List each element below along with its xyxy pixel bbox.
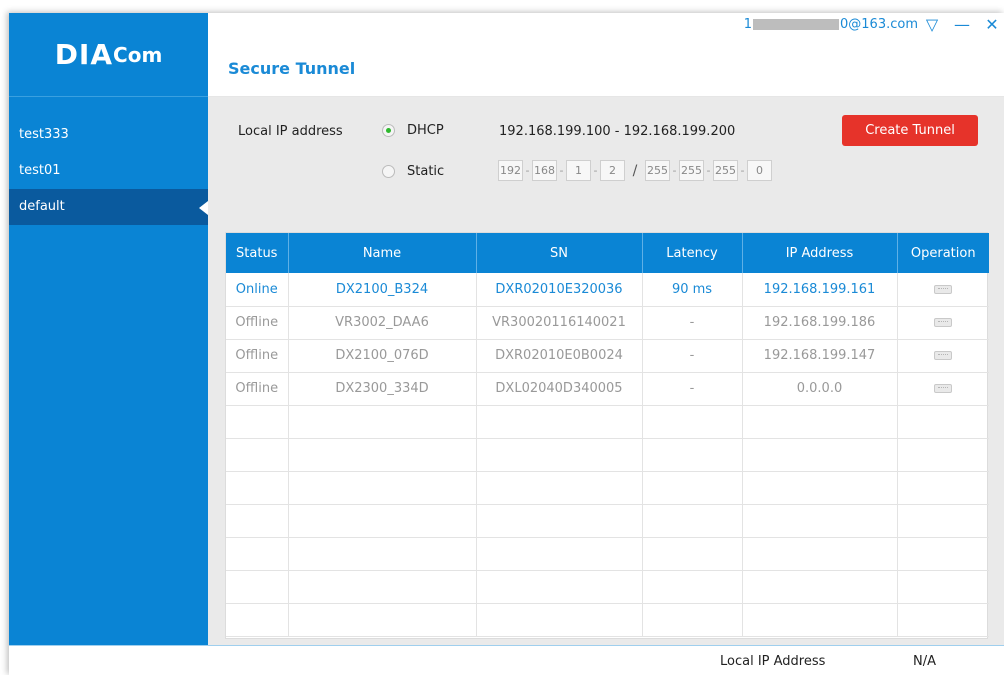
cell-status: Offline — [226, 339, 289, 373]
sidebar-item-label: test01 — [19, 163, 61, 178]
sidebar-item-test333[interactable]: test333 — [9, 117, 208, 153]
ip-separator: - — [559, 164, 564, 177]
radio-checked-icon — [382, 124, 395, 137]
mask-octet-1[interactable]: 255 — [645, 160, 670, 181]
static-ip-fields: 192 - 168 - 1 - 2 / 255 - 255 - 255 - 0 — [498, 160, 772, 181]
col-sn[interactable]: SN — [476, 233, 643, 273]
cell-ip: 192.168.199.186 — [742, 306, 898, 340]
table-row[interactable]: Online DX2100_B324 DXR02010E320036 90 ms… — [226, 273, 989, 307]
empty-row — [226, 537, 989, 571]
close-icon[interactable]: ✕ — [984, 15, 1000, 34]
app-logo: DIA Com — [9, 13, 208, 97]
empty-row — [226, 603, 989, 637]
ip-separator: - — [740, 164, 745, 177]
serial-port-icon[interactable] — [934, 384, 953, 393]
ip-octet-1[interactable]: 192 — [498, 160, 523, 181]
empty-row — [226, 438, 989, 472]
col-ip-address[interactable]: IP Address — [742, 233, 898, 273]
cell-name: DX2100_B324 — [288, 273, 477, 307]
footer-local-ip-value: N/A — [913, 654, 936, 669]
ip-octet-4[interactable]: 2 — [600, 160, 625, 181]
header: 1 0@163.com ▽ — ✕ Secure Tunnel — [208, 13, 1004, 97]
logo-main-text: DIA — [54, 38, 114, 71]
sidebar-item-label: test333 — [19, 127, 69, 142]
cell-sn: DXR02010E320036 — [476, 273, 643, 307]
col-operation[interactable]: Operation — [897, 233, 989, 273]
table-row[interactable]: Offline VR3002_DAA6 VR30020116140021 - 1… — [226, 306, 989, 340]
empty-row — [226, 405, 989, 439]
dhcp-label: DHCP — [407, 123, 444, 138]
serial-port-icon[interactable] — [934, 318, 953, 327]
col-latency[interactable]: Latency — [642, 233, 743, 273]
app-window: DIA Com test333 test01 default 1 0@163.c… — [9, 13, 1004, 675]
minimize-icon[interactable]: — — [954, 15, 970, 34]
empty-row — [226, 471, 989, 505]
account-suffix: 0@163.com — [840, 17, 918, 32]
ip-separator: - — [706, 164, 711, 177]
cell-sn: DXR02010E0B0024 — [476, 339, 643, 373]
serial-port-icon[interactable] — [934, 284, 953, 294]
static-radio[interactable]: Static — [382, 164, 444, 179]
ip-octet-2[interactable]: 168 — [532, 160, 557, 181]
mask-octet-4[interactable]: 0 — [747, 160, 772, 181]
col-name[interactable]: Name — [288, 233, 477, 273]
ip-separator: - — [525, 164, 530, 177]
dropdown-icon[interactable]: ▽ — [924, 15, 940, 34]
cell-operation — [897, 273, 989, 307]
cell-ip: 192.168.199.147 — [742, 339, 898, 373]
sidebar: DIA Com test333 test01 default — [9, 13, 208, 645]
static-label: Static — [407, 164, 445, 179]
cell-latency: - — [642, 306, 743, 340]
cell-sn: DXL02040D340005 — [476, 372, 643, 406]
ip-octet-3[interactable]: 1 — [566, 160, 591, 181]
window-controls: ▽ — ✕ — [924, 15, 1000, 34]
cell-status: Offline — [226, 306, 289, 340]
device-table: Status Name SN Latency IP Address Operat… — [225, 232, 989, 639]
table-row[interactable]: Offline DX2300_334D DXL02040D340005 - 0.… — [226, 372, 989, 406]
local-ip-label: Local IP address — [238, 124, 343, 139]
sidebar-item-test01[interactable]: test01 — [9, 153, 208, 189]
cell-operation — [897, 306, 989, 340]
cell-latency: - — [642, 372, 743, 406]
table-header: Status Name SN Latency IP Address Operat… — [226, 233, 989, 273]
page-title: Secure Tunnel — [228, 59, 356, 78]
status-bar: Local IP Address N/A — [9, 645, 1004, 675]
cell-status: Online — [226, 273, 289, 307]
radio-unchecked-icon — [382, 165, 395, 178]
create-tunnel-button[interactable]: Create Tunnel — [842, 115, 978, 146]
account-prefix: 1 — [743, 17, 753, 32]
sidebar-item-default[interactable]: default — [9, 189, 208, 225]
cell-latency: - — [642, 339, 743, 373]
group-list: test333 test01 default — [9, 117, 208, 225]
mask-octet-2[interactable]: 255 — [679, 160, 704, 181]
cell-name: DX2300_334D — [288, 372, 477, 406]
col-status[interactable]: Status — [226, 233, 289, 273]
dhcp-range: 192.168.199.100 - 192.168.199.200 — [499, 124, 736, 139]
mask-separator: / — [632, 162, 638, 179]
cell-ip: 0.0.0.0 — [742, 372, 898, 406]
empty-row — [226, 504, 989, 538]
table-row[interactable]: Offline DX2100_076D DXR02010E0B0024 - 19… — [226, 339, 989, 373]
ip-separator: - — [593, 164, 598, 177]
sidebar-item-label: default — [19, 199, 65, 214]
serial-port-icon[interactable] — [934, 351, 953, 360]
redacted-block — [753, 19, 840, 30]
main-panel: Local IP address DHCP 192.168.199.100 - … — [208, 97, 1004, 645]
cell-status: Offline — [226, 372, 289, 406]
empty-row — [226, 570, 989, 604]
logo-sub-text: Com — [113, 42, 163, 67]
footer-local-ip-label: Local IP Address — [720, 654, 826, 669]
ip-separator: - — [672, 164, 677, 177]
cell-latency: 90 ms — [642, 273, 743, 307]
cell-ip: 192.168.199.161 — [742, 273, 898, 307]
cell-operation — [897, 372, 989, 406]
cell-operation — [897, 339, 989, 373]
account-email[interactable]: 1 0@163.com — [744, 17, 918, 32]
mask-octet-3[interactable]: 255 — [713, 160, 738, 181]
cell-name: VR3002_DAA6 — [288, 306, 477, 340]
dhcp-radio[interactable]: DHCP — [382, 123, 444, 138]
cell-name: DX2100_076D — [288, 339, 477, 373]
cell-sn: VR30020116140021 — [476, 306, 643, 340]
